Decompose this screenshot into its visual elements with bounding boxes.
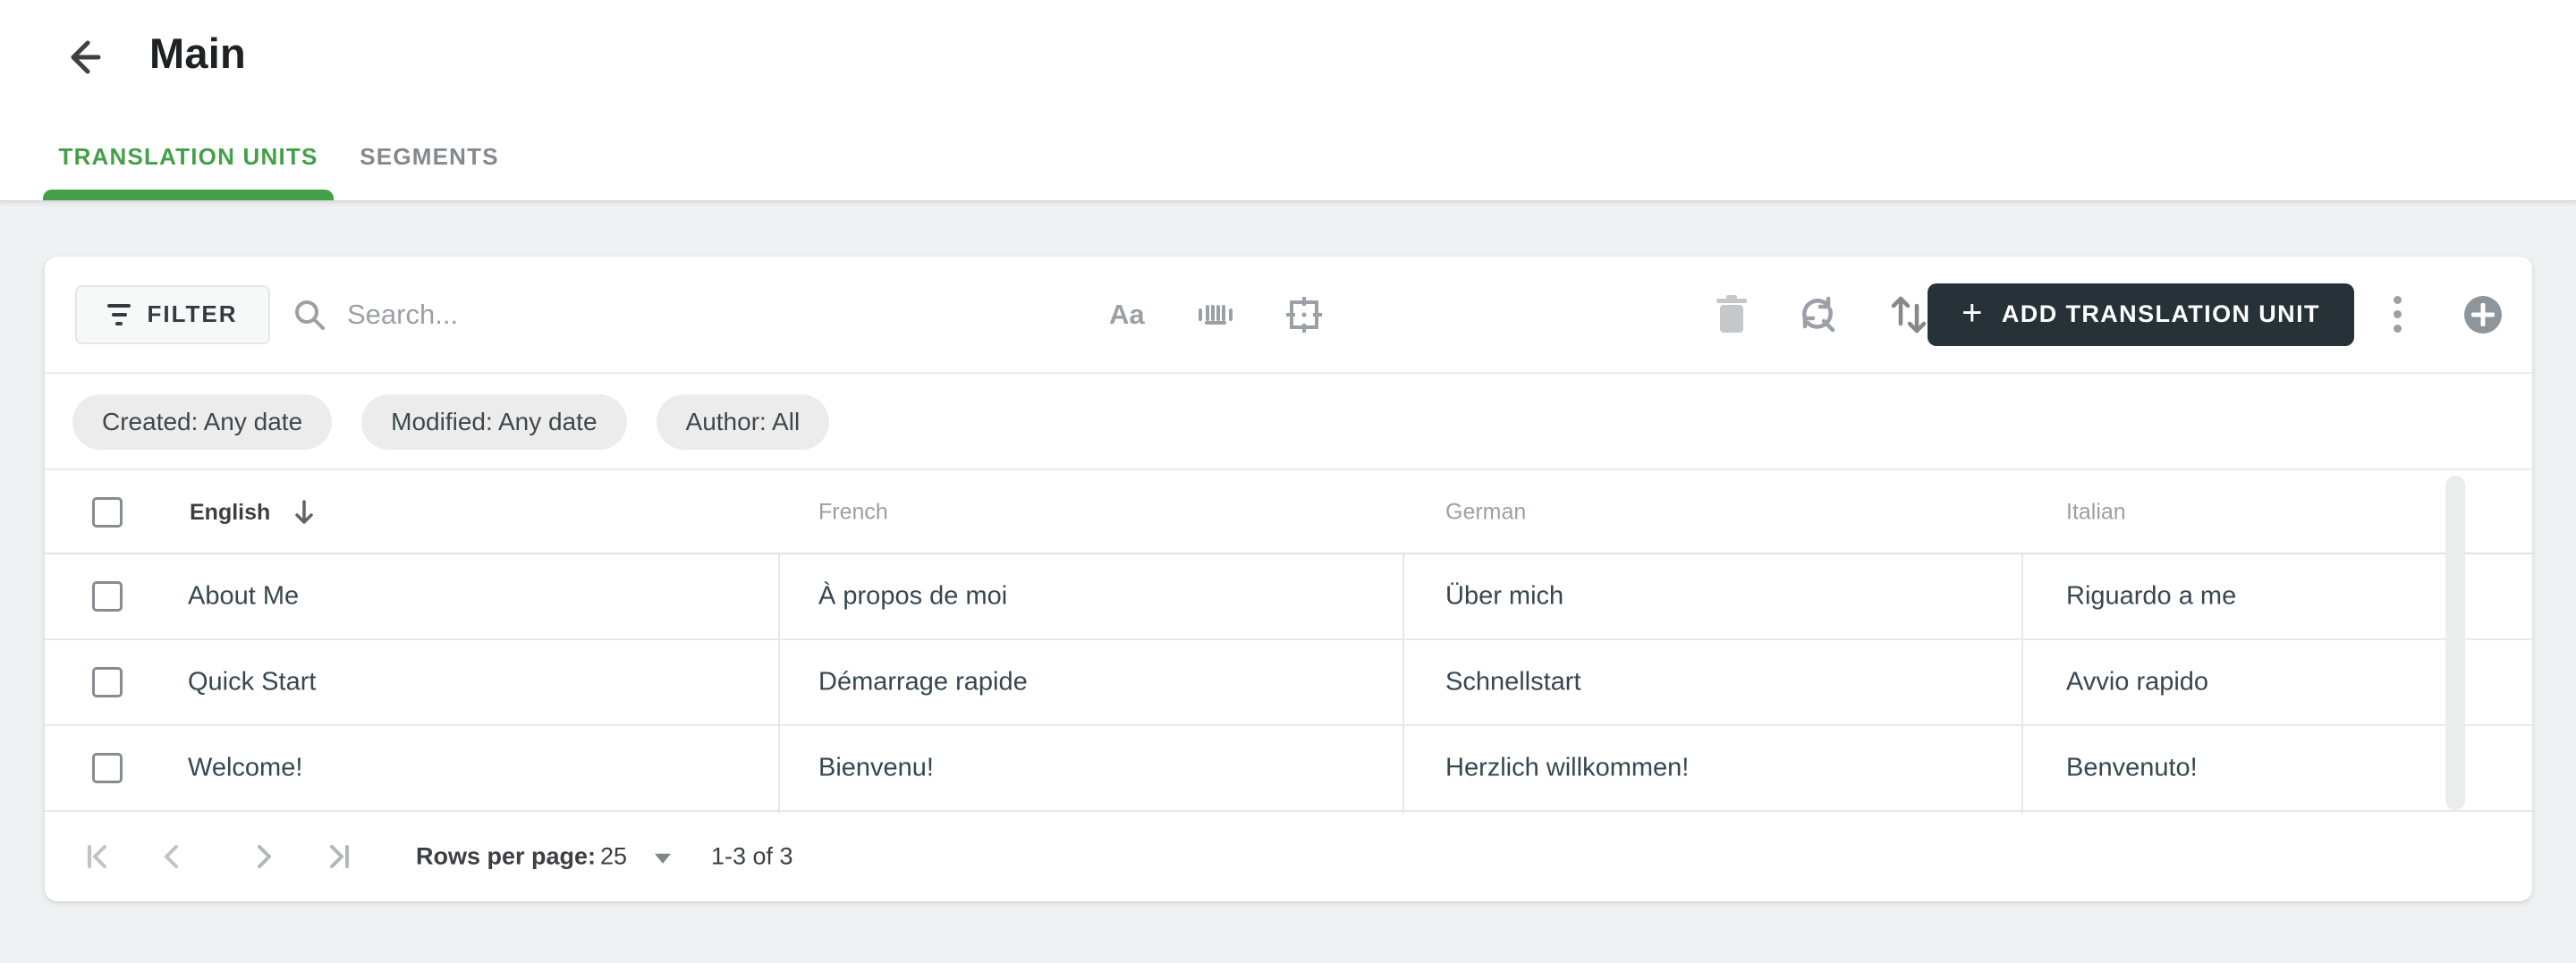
cell-italian[interactable]: Avvio rapido bbox=[2066, 668, 2208, 697]
back-arrow-icon bbox=[57, 32, 107, 82]
table-body: About Me À propos de moi Über mich Rigua… bbox=[45, 554, 2532, 812]
previous-page-button[interactable] bbox=[147, 832, 197, 882]
match-case-icon[interactable]: Aa bbox=[1109, 299, 1145, 331]
filter-icon bbox=[107, 303, 131, 325]
add-circle-plus-icon bbox=[2471, 302, 2495, 326]
column-header-french[interactable]: French bbox=[818, 500, 888, 526]
cell-french[interactable]: Démarrage rapide bbox=[818, 668, 1028, 697]
filter-chips-row: Created: Any date Modified: Any date Aut… bbox=[45, 376, 2532, 470]
page-title: Main bbox=[149, 30, 246, 77]
plus-icon: + bbox=[1962, 292, 1984, 333]
tab-bar: TRANSLATION UNITS SEGMENTS bbox=[0, 123, 2576, 201]
next-page-icon bbox=[249, 841, 279, 872]
translation-units-card: FILTER Aa bbox=[45, 257, 2532, 901]
filter-button-label: FILTER bbox=[147, 300, 238, 327]
cell-italian[interactable]: Benvenuto! bbox=[2066, 754, 2198, 783]
match-whole-word-icon[interactable] bbox=[1195, 294, 1236, 335]
tab-segments[interactable]: SEGMENTS bbox=[343, 123, 515, 190]
first-page-button[interactable] bbox=[73, 832, 123, 882]
add-translation-unit-label: ADD TRANSLATION UNIT bbox=[2001, 300, 2320, 327]
search-icon bbox=[292, 297, 327, 333]
add-circle-button[interactable] bbox=[2464, 295, 2502, 334]
row-checkbox[interactable] bbox=[92, 667, 123, 697]
row-checkbox[interactable] bbox=[92, 581, 123, 612]
sort-icon[interactable] bbox=[1885, 291, 1932, 338]
column-divider bbox=[778, 554, 780, 814]
translation-memory-screen: Main TRANSLATION UNITS SEGMENTS FILTER S… bbox=[0, 0, 2576, 963]
tab-translation-units-label: TRANSLATION UNITS bbox=[58, 142, 318, 170]
cell-german[interactable]: Über mich bbox=[1445, 582, 1563, 612]
column-header-english[interactable]: English bbox=[190, 499, 317, 526]
column-divider bbox=[1402, 554, 1404, 814]
select-all-checkbox[interactable] bbox=[92, 497, 123, 528]
previous-page-icon bbox=[157, 841, 187, 872]
table-row[interactable]: About Me À propos de moi Über mich Rigua… bbox=[45, 554, 2532, 640]
cell-french[interactable]: Bienvenu! bbox=[818, 754, 934, 783]
chip-modified-label: Modified: Any date bbox=[391, 408, 597, 435]
page-header: Main bbox=[0, 0, 2576, 134]
vertical-scrollbar[interactable] bbox=[2445, 476, 2465, 810]
chip-modified[interactable]: Modified: Any date bbox=[361, 394, 627, 450]
add-translation-unit-button[interactable]: + ADD TRANSLATION UNIT bbox=[1928, 283, 2354, 346]
row-checkbox[interactable] bbox=[92, 753, 123, 783]
column-header-english-label: English bbox=[190, 499, 271, 525]
search-input[interactable] bbox=[347, 287, 973, 342]
cell-french[interactable]: À propos de moi bbox=[818, 582, 1007, 612]
content-background: FILTER Aa bbox=[0, 200, 2576, 963]
cell-italian[interactable]: Riguardo a me bbox=[2066, 582, 2236, 612]
table-row[interactable]: Welcome! Bienvenu! Herzlich willkommen! … bbox=[45, 726, 2532, 812]
chip-author-label: Author: All bbox=[685, 408, 801, 435]
find-replace-icon[interactable] bbox=[1794, 291, 1841, 338]
column-header-italian[interactable]: Italian bbox=[2066, 500, 2126, 526]
tab-translation-units[interactable]: TRANSLATION UNITS bbox=[43, 123, 334, 190]
toolbar: FILTER Aa bbox=[45, 257, 2532, 374]
tab-segments-label: SEGMENTS bbox=[360, 142, 499, 170]
delete-icon[interactable] bbox=[1712, 293, 1751, 336]
cell-german[interactable]: Herzlich willkommen! bbox=[1445, 754, 1689, 783]
sort-down-arrow-icon bbox=[292, 499, 317, 526]
last-page-icon bbox=[323, 841, 353, 872]
rows-per-page-label: Rows per page: bbox=[416, 842, 597, 870]
cell-english[interactable]: About Me bbox=[188, 582, 299, 612]
filter-button[interactable]: FILTER bbox=[75, 284, 270, 344]
regex-selection-icon[interactable] bbox=[1283, 293, 1326, 336]
rows-per-page-value[interactable]: 25 bbox=[600, 843, 627, 871]
cell-english[interactable]: Quick Start bbox=[188, 668, 316, 697]
next-page-button[interactable] bbox=[239, 832, 289, 882]
chip-author[interactable]: Author: All bbox=[656, 394, 830, 450]
table-header: English French German Italian bbox=[45, 472, 2532, 554]
rows-per-page-dropdown-icon[interactable] bbox=[655, 853, 671, 864]
chip-created[interactable]: Created: Any date bbox=[72, 394, 333, 450]
back-button[interactable] bbox=[57, 32, 107, 82]
chip-created-label: Created: Any date bbox=[102, 408, 303, 435]
pagination-range: 1-3 of 3 bbox=[711, 842, 793, 870]
more-options-icon[interactable] bbox=[2385, 283, 2410, 346]
first-page-icon bbox=[83, 841, 114, 872]
column-divider bbox=[2021, 554, 2023, 814]
table-row[interactable]: Quick Start Démarrage rapide Schnellstar… bbox=[45, 640, 2532, 726]
table-footer: Rows per page: 25 1-3 of 3 bbox=[45, 814, 2532, 900]
column-header-german[interactable]: German bbox=[1445, 500, 1526, 526]
last-page-button[interactable] bbox=[313, 832, 363, 882]
cell-german[interactable]: Schnellstart bbox=[1445, 668, 1581, 697]
cell-english[interactable]: Welcome! bbox=[188, 754, 302, 783]
